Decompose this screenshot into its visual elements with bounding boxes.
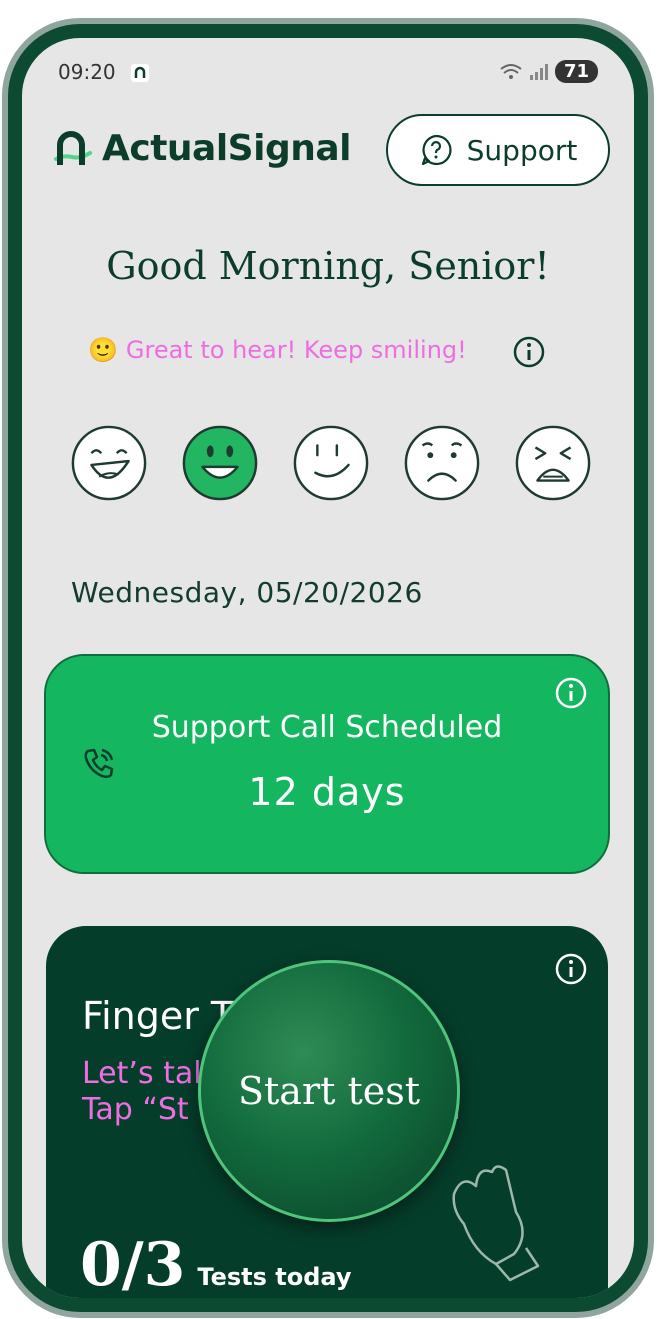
mood-message: 🙂 Great to hear! Keep smiling! — [88, 336, 467, 364]
mood-selector — [70, 424, 592, 502]
phone-bezel: 09:20 71 ActualSignal Support Good Morni… — [8, 24, 648, 1312]
support-label: Support — [466, 133, 578, 167]
distressed-face-icon[interactable] — [514, 424, 592, 502]
logo-mark-icon — [54, 130, 92, 165]
info-icon[interactable] — [554, 952, 588, 986]
call-countdown: 12 days — [248, 770, 406, 814]
tests-count-label: Tests today — [197, 1263, 352, 1291]
mood-info-icon[interactable] — [512, 335, 546, 373]
phone-frame: 09:20 71 ActualSignal Support Good Morni… — [2, 18, 654, 1318]
happy-face-icon[interactable] — [181, 424, 259, 502]
brand-name: ActualSignal — [102, 128, 351, 169]
support-call-card[interactable]: Support Call Scheduled 12 days — [44, 654, 610, 874]
battery-level: 71 — [554, 60, 598, 83]
greeting-title: Good Morning, Senior! — [106, 244, 550, 288]
info-icon[interactable] — [554, 676, 588, 710]
call-card-title: Support Call Scheduled — [151, 710, 503, 745]
start-test-button[interactable]: Start test — [198, 960, 460, 1222]
signal-icon — [529, 63, 548, 80]
mood-message-text: Great to hear! Keep smiling! — [125, 336, 467, 364]
tests-today-counter: 0/3 Tests today — [80, 1230, 352, 1298]
support-button[interactable]: Support — [386, 114, 610, 186]
help-icon — [421, 134, 452, 166]
sad-face-icon[interactable] — [403, 424, 481, 502]
laughing-face-icon[interactable] — [70, 424, 148, 502]
wifi-icon — [500, 63, 522, 79]
current-date: Wednesday, 05/20/2026 — [71, 576, 423, 609]
tests-count: 0/3 — [80, 1230, 186, 1298]
brand-logo: ActualSignal — [50, 128, 351, 169]
hand-gesture-icon — [452, 1165, 540, 1282]
status-time: 09:20 — [58, 60, 116, 84]
smile-emoji-icon: 🙂 — [88, 336, 118, 364]
status-icons: 71 — [499, 60, 598, 83]
app-screen: 09:20 71 ActualSignal Support Good Morni… — [22, 38, 634, 1298]
content-face-icon[interactable] — [292, 424, 370, 502]
app-notification-icon — [131, 64, 149, 82]
